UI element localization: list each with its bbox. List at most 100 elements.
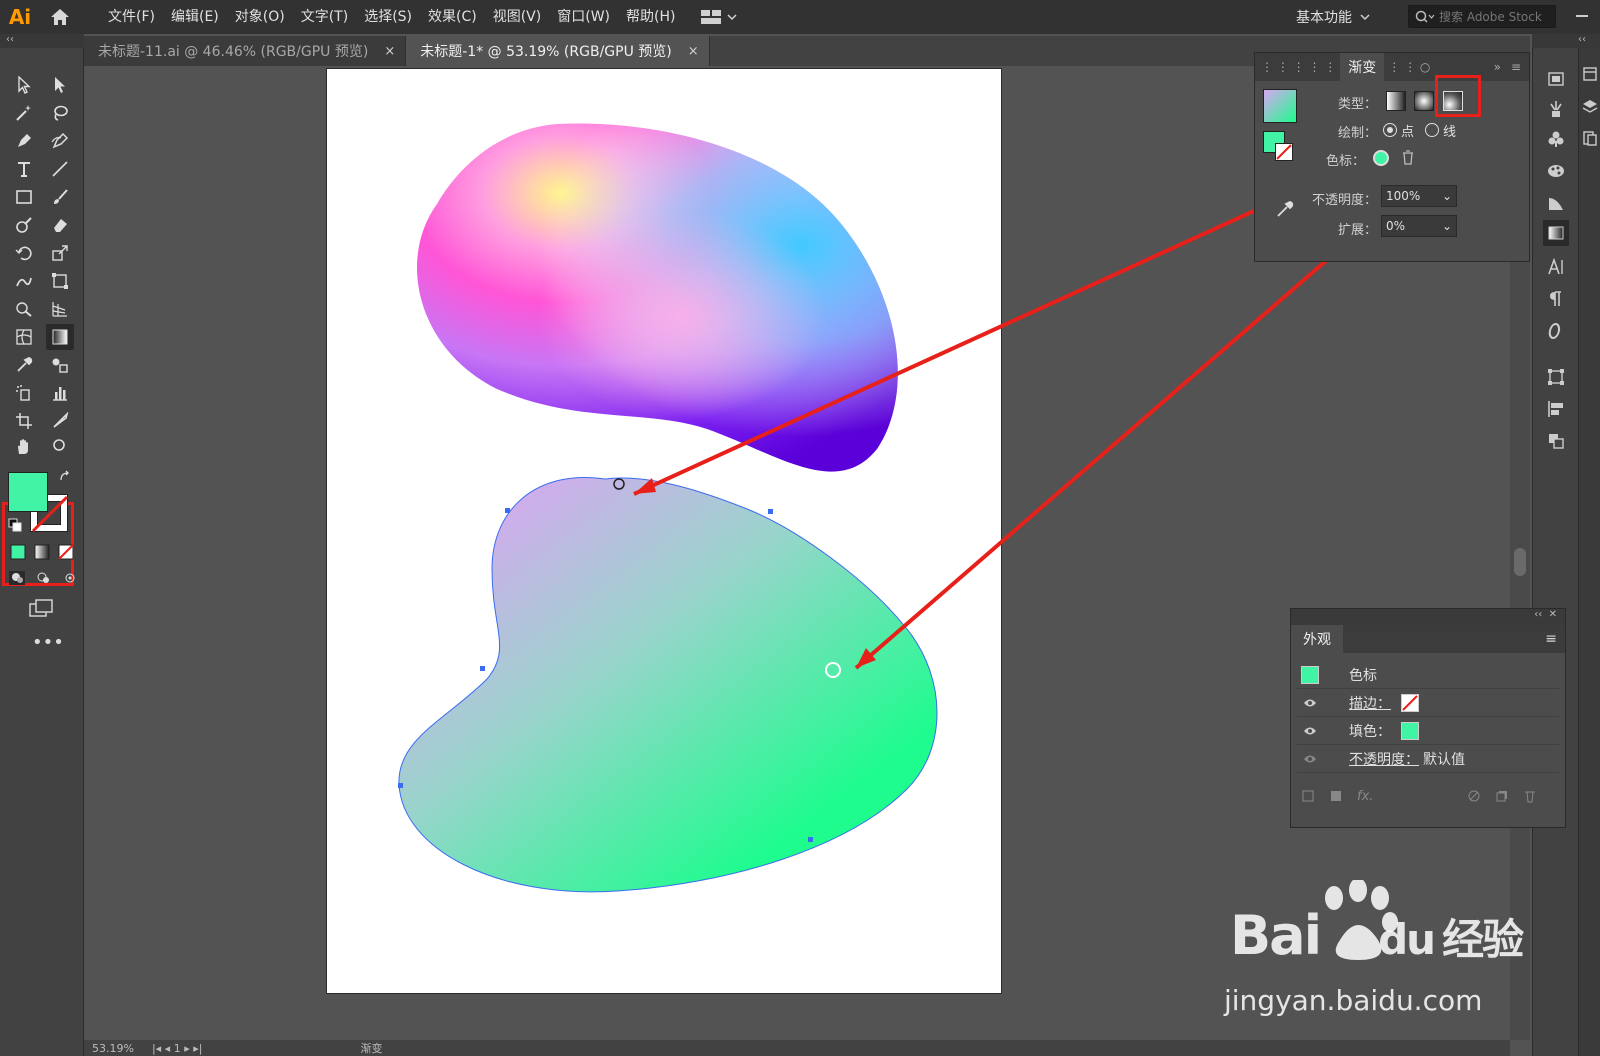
menu-select[interactable]: 选择(S) — [356, 0, 420, 34]
hand-tool-icon[interactable] — [10, 434, 38, 460]
perspective-grid-tool-icon[interactable] — [46, 296, 74, 322]
transform-icon[interactable] — [1543, 364, 1569, 390]
column-graph-tool-icon[interactable] — [46, 380, 74, 406]
stock-search-input[interactable] — [1439, 9, 1549, 24]
symbols-icon[interactable] — [1543, 126, 1569, 152]
paintbrush-tool-icon[interactable] — [46, 184, 74, 210]
home-icon[interactable] — [40, 0, 80, 34]
libraries-icon[interactable] — [1543, 66, 1569, 92]
draw-normal-icon[interactable] — [8, 570, 78, 590]
anchor-point[interactable] — [768, 509, 773, 514]
linear-gradient-button[interactable] — [1386, 91, 1406, 111]
eye-icon[interactable] — [1297, 726, 1323, 736]
pen-tool-icon[interactable] — [10, 128, 38, 154]
close-icon[interactable]: × — [384, 44, 395, 59]
anchor-point[interactable] — [808, 837, 813, 842]
stroke-label[interactable]: 描边： — [1349, 693, 1391, 713]
color-mode-icon[interactable] — [10, 544, 26, 564]
brushes-icon[interactable] — [1543, 96, 1569, 122]
fill-color-swatch[interactable] — [8, 472, 48, 512]
lasso-tool-icon[interactable] — [46, 100, 74, 126]
menu-edit[interactable]: 编辑(E) — [163, 0, 227, 34]
scale-tool-icon[interactable] — [46, 240, 74, 266]
gradient-mode-icon[interactable] — [34, 544, 50, 564]
graphic-styles-icon[interactable] — [1543, 158, 1569, 184]
character-icon[interactable] — [1543, 254, 1569, 280]
mesh-tool-icon[interactable] — [10, 324, 38, 350]
free-transform-tool-icon[interactable] — [46, 268, 74, 294]
appearance-stroke-row[interactable]: 描边： — [1297, 689, 1559, 717]
gradient-preview-swatch[interactable] — [1263, 89, 1297, 123]
appearance-opacity-row[interactable]: 不透明度： 默认值 — [1297, 745, 1559, 773]
new-fill-icon[interactable] — [1329, 789, 1343, 807]
eyedropper-icon[interactable] — [1275, 199, 1295, 223]
menu-type[interactable]: 文字(T) — [293, 0, 356, 34]
appearance-title-row[interactable]: 色标 — [1297, 661, 1559, 689]
panel-menu-icon[interactable]: ≡ — [1511, 60, 1521, 74]
linear-gradient-blob[interactable] — [398, 477, 938, 893]
zoom-level[interactable]: 53.19% — [92, 1042, 134, 1055]
menu-view[interactable]: 视图(V) — [485, 0, 550, 34]
panel-tab-icon[interactable]: ⋮ ⋮ ⋮ ⋮ ⋮ — [1261, 60, 1336, 74]
paragraph-icon[interactable] — [1543, 286, 1569, 312]
opacity-dropdown[interactable]: 100% ⌄ — [1381, 185, 1457, 207]
menu-help[interactable]: 帮助(H) — [618, 0, 683, 34]
appearance-fill-row[interactable]: 填色： — [1297, 717, 1559, 745]
magic-wand-tool-icon[interactable] — [10, 100, 38, 126]
panel-expand-icon[interactable]: » — [1494, 60, 1501, 74]
artboard-tool-icon[interactable] — [10, 408, 38, 434]
fill-gradient-swatch[interactable] — [1401, 721, 1419, 740]
eye-icon[interactable] — [1297, 698, 1323, 708]
line-tool-icon[interactable] — [46, 156, 74, 182]
stroke-none-swatch[interactable] — [1401, 693, 1419, 712]
curvature-tool-icon[interactable] — [46, 128, 74, 154]
symbol-sprayer-tool-icon[interactable] — [10, 380, 38, 406]
workspace-switcher[interactable]: 基本功能 — [1296, 0, 1370, 34]
screen-mode-icon[interactable] — [28, 598, 56, 622]
gradient-panel-icon[interactable] — [1543, 220, 1569, 246]
clear-appearance-icon[interactable] — [1467, 789, 1481, 807]
panel-menu-icon[interactable]: ≡ — [1545, 631, 1557, 647]
align-icon[interactable] — [1543, 396, 1569, 422]
draw-lines-radio[interactable] — [1425, 123, 1439, 137]
draw-points-radio[interactable] — [1383, 123, 1397, 137]
gradient-tool-icon[interactable] — [46, 324, 74, 350]
menu-effect[interactable]: 效果(C) — [420, 0, 485, 34]
none-mode-icon[interactable] — [58, 544, 74, 564]
rotate-tool-icon[interactable] — [10, 240, 38, 266]
tab-document-1[interactable]: 未标题-1* @ 53.19% (RGB/GPU 预览) × — [406, 36, 710, 66]
default-fill-stroke-icon[interactable] — [8, 518, 22, 536]
warp-tool-icon[interactable] — [10, 268, 38, 294]
tab-document-11[interactable]: 未标题-11.ai @ 46.46% (RGB/GPU 预览) × — [84, 36, 407, 66]
close-icon[interactable]: × — [688, 44, 699, 59]
rectangle-tool-icon[interactable] — [10, 184, 38, 210]
stroke-panel-icon[interactable] — [1543, 190, 1569, 216]
slice-tool-icon[interactable] — [46, 408, 74, 434]
trash-icon[interactable] — [1401, 149, 1415, 169]
minimize-button[interactable] — [1574, 8, 1590, 24]
menu-object[interactable]: 对象(O) — [227, 0, 293, 34]
zoom-tool-icon[interactable] — [46, 434, 74, 460]
properties-icon[interactable] — [1582, 66, 1598, 86]
arrange-documents-button[interactable] — [701, 10, 737, 24]
more-tools-icon[interactable]: ••• — [32, 634, 64, 652]
artboard-nav[interactable]: |◂ ◂ 1 ▸ ▸| — [152, 1042, 203, 1055]
color-stop-swatch[interactable] — [1373, 150, 1389, 166]
tab-gradient[interactable]: 渐变 — [1340, 53, 1385, 81]
anchor-point[interactable] — [398, 783, 403, 788]
collapse-icon[interactable]: ‹‹ — [1534, 609, 1542, 620]
opacity-label[interactable]: 不透明度： — [1349, 749, 1419, 769]
close-icon[interactable]: ✕ — [1549, 609, 1557, 620]
scroll-thumb[interactable] — [1514, 548, 1526, 576]
shape-builder-tool-icon[interactable] — [10, 296, 38, 322]
stock-search[interactable] — [1408, 5, 1556, 28]
pathfinder-icon[interactable] — [1543, 428, 1569, 454]
eye-icon[interactable] — [1297, 754, 1323, 764]
anchor-point[interactable] — [480, 666, 485, 671]
selection-tool-icon[interactable] — [10, 72, 38, 98]
tab-appearance[interactable]: 外观 — [1291, 625, 1343, 653]
extend-dropdown[interactable]: 0% ⌄ — [1381, 215, 1457, 237]
blend-tool-icon[interactable] — [46, 352, 74, 378]
menu-file[interactable]: 文件(F) — [100, 0, 163, 34]
artboards-icon[interactable] — [1582, 130, 1598, 150]
